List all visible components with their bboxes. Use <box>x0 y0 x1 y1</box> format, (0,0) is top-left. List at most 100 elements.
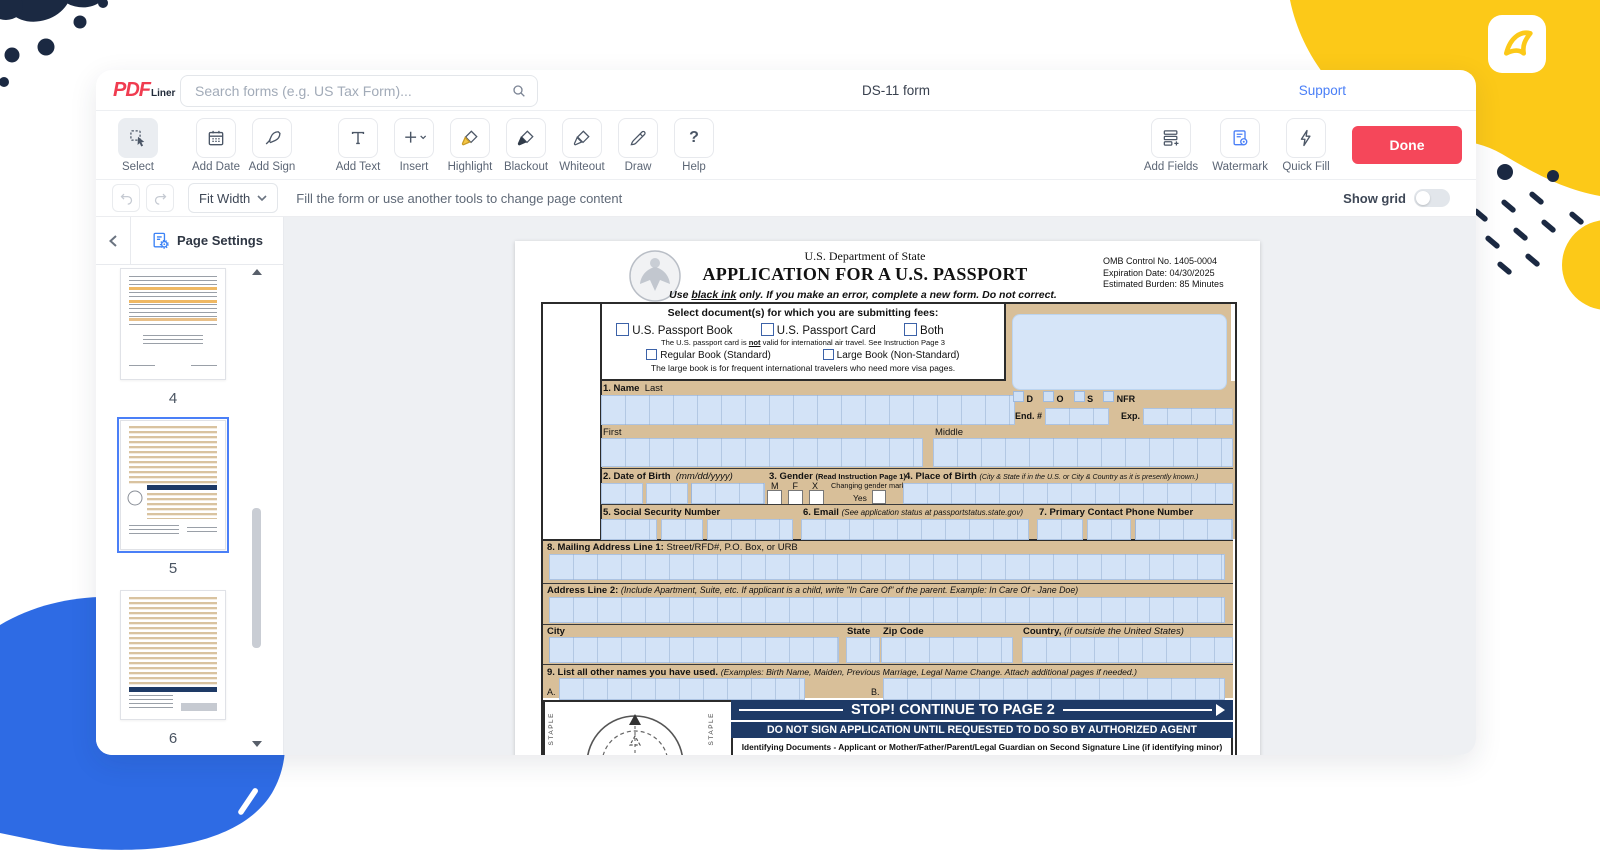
place-of-birth-field[interactable] <box>903 483 1233 504</box>
staple-label-left: STAPLE <box>548 712 555 745</box>
regular-book-option: Regular Book (Standard) <box>646 349 770 361</box>
chevron-down-icon <box>257 195 267 202</box>
page-thumbnails-list: 4 5 <box>112 268 234 755</box>
address-line1-field[interactable] <box>549 554 1225 580</box>
add-fields-button[interactable]: Add Fields <box>1144 118 1198 173</box>
add-fields-label: Add Fields <box>1144 161 1198 173</box>
page-4-number[interactable]: 4 <box>112 390 234 408</box>
question-mark-icon: ? <box>674 118 714 158</box>
select-tool-button[interactable]: Select <box>114 118 162 173</box>
search-box[interactable] <box>180 75 538 107</box>
zoom-mode-dropdown[interactable]: Fit Width <box>188 183 278 213</box>
quick-fill-button[interactable]: Quick Fill <box>1282 118 1330 173</box>
passport-card-checkbox[interactable] <box>761 323 774 336</box>
other-name-b-field[interactable] <box>883 678 1225 700</box>
middle-name-label: Middle <box>935 427 963 438</box>
exp-field[interactable] <box>1143 408 1233 425</box>
both-option: Both <box>904 323 944 337</box>
q4-label: 4. Place of Birth (City & State if in th… <box>905 471 1198 482</box>
blackout-button[interactable]: Blackout <box>502 118 550 173</box>
regular-book-checkbox[interactable] <box>646 349 657 360</box>
photo-fill-area[interactable] <box>1012 314 1227 390</box>
changing-yes-label: Yes <box>853 493 867 503</box>
flag-d-checkbox[interactable] <box>1013 391 1024 402</box>
phone-area-field[interactable] <box>1037 519 1083 540</box>
country-field[interactable] <box>1022 637 1233 663</box>
watermark-label: Watermark <box>1212 161 1268 173</box>
support-link[interactable]: Support <box>1299 83 1346 98</box>
search-input[interactable] <box>193 82 511 100</box>
address-line2-field[interactable] <box>549 597 1225 623</box>
last-name-field[interactable] <box>601 395 1015 425</box>
undo-button[interactable] <box>112 184 140 212</box>
row-divider <box>600 504 1233 505</box>
page-6-number[interactable]: 6 <box>112 730 234 748</box>
search-icon[interactable] <box>511 83 527 99</box>
whiteout-button[interactable]: Whiteout <box>558 118 606 173</box>
first-name-field[interactable] <box>601 438 923 467</box>
add-sign-button[interactable]: Add Sign <box>248 118 296 173</box>
redo-button[interactable] <box>146 184 174 212</box>
dob-year-field[interactable] <box>691 483 765 504</box>
ssn-part2-field[interactable] <box>661 519 703 540</box>
phone-line-field[interactable] <box>1135 519 1233 540</box>
state-field[interactable] <box>846 637 880 663</box>
scroll-down-arrow[interactable] <box>252 741 262 747</box>
email-field[interactable] <box>801 519 1029 540</box>
watermark-button[interactable]: Watermark <box>1212 118 1268 173</box>
document-title: DS-11 form <box>816 83 976 98</box>
add-fields-icon <box>1151 118 1191 158</box>
end-number-field[interactable] <box>1045 408 1109 425</box>
zoom-mode-value: Fit Width <box>199 191 250 206</box>
text-icon <box>338 118 378 158</box>
other-name-a-field[interactable] <box>559 678 805 700</box>
dob-day-field[interactable] <box>646 483 688 504</box>
flag-nfr-checkbox[interactable] <box>1103 391 1114 402</box>
changing-yes-checkbox[interactable] <box>872 490 886 504</box>
select-tool-label: Select <box>122 161 154 173</box>
gender-x-checkbox[interactable] <box>809 490 824 505</box>
ssn-part1-field[interactable] <box>601 519 657 540</box>
page-settings-button[interactable]: Page Settings <box>131 231 283 250</box>
flag-o-checkbox[interactable] <box>1043 391 1054 402</box>
flag-s-checkbox[interactable] <box>1074 391 1085 402</box>
gender-m-checkbox[interactable] <box>767 490 782 505</box>
ssn-part3-field[interactable] <box>707 519 793 540</box>
quick-fill-label: Quick Fill <box>1282 161 1329 173</box>
state-label: State <box>847 626 870 637</box>
row-divider <box>543 583 1233 584</box>
city-field[interactable] <box>549 637 839 663</box>
help-button[interactable]: ? Help <box>670 118 718 173</box>
add-date-button[interactable]: Add Date <box>192 118 240 173</box>
draw-button[interactable]: Draw <box>614 118 662 173</box>
insert-button[interactable]: Insert <box>390 118 438 173</box>
dob-month-field[interactable] <box>601 483 643 504</box>
large-book-checkbox[interactable] <box>823 349 834 360</box>
done-button[interactable]: Done <box>1352 126 1462 164</box>
phone-prefix-field[interactable] <box>1087 519 1131 540</box>
whiteout-label: Whiteout <box>559 161 604 173</box>
page-5-number[interactable]: 5 <box>112 560 234 578</box>
both-checkbox[interactable] <box>904 323 917 336</box>
scrollbar-thumb[interactable] <box>252 508 261 648</box>
page-4-thumbnail[interactable] <box>120 268 226 380</box>
highlight-button[interactable]: Highlight <box>446 118 494 173</box>
pdfliner-logo[interactable]: PDF Liner <box>113 79 175 102</box>
sidebar-scrollbar[interactable] <box>252 265 261 751</box>
passport-book-checkbox[interactable] <box>616 323 629 336</box>
add-sign-label: Add Sign <box>249 161 296 173</box>
middle-name-field[interactable] <box>933 438 1233 467</box>
page-settings-icon <box>151 231 170 250</box>
page-5-thumbnail-selected[interactable] <box>120 420 226 550</box>
add-text-button[interactable]: Add Text <box>334 118 382 173</box>
pages-sidebar: Page Settings 4 <box>96 217 284 755</box>
show-grid-toggle[interactable] <box>1414 189 1450 207</box>
scroll-up-arrow[interactable] <box>252 269 262 275</box>
q8-label: 8. Mailing Address Line 1: Street/RFD#, … <box>547 542 798 553</box>
logo-pdf-text: PDF <box>113 79 150 102</box>
page-6-thumbnail[interactable] <box>120 590 226 720</box>
gender-f-checkbox[interactable] <box>788 490 803 505</box>
q9-label: 9. List all other names you have used. (… <box>547 667 1137 678</box>
zip-field[interactable] <box>881 637 1013 663</box>
collapse-sidebar-button[interactable] <box>96 217 131 264</box>
